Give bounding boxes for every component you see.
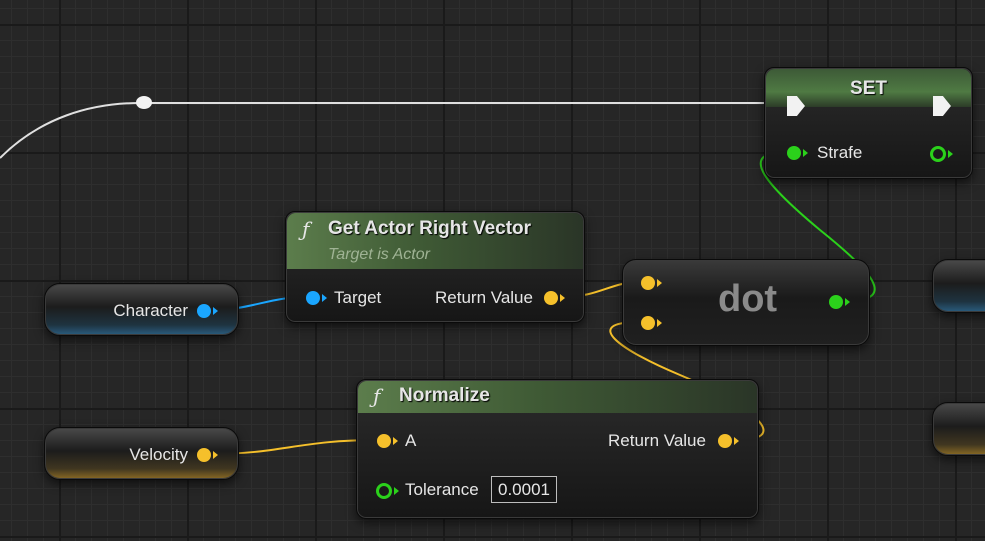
get-actor-right-vector-subtitle: Target is Actor [328, 246, 430, 263]
normalize-output-pin[interactable] [718, 434, 739, 448]
velocity-variable-node[interactable]: Velocity [44, 427, 239, 480]
return-value-output-pin[interactable] [544, 291, 565, 305]
normalize-node[interactable]: ƒ Normalize A Tolerance 0.0001 Return Va… [356, 379, 759, 519]
strafe-label: Strafe [817, 143, 863, 162]
tolerance-input-pin[interactable] [376, 483, 399, 499]
strafe-output-pin[interactable] [930, 146, 953, 162]
offscreen-yellow-node[interactable] [932, 402, 985, 456]
function-icon: ƒ [302, 217, 310, 241]
set-node[interactable]: SET Strafe [764, 67, 973, 179]
exec-wire-curve[interactable] [0, 102, 141, 159]
character-variable-label: Character [113, 301, 188, 320]
return-value-label: Return Value [435, 288, 533, 307]
dot-input-b-pin[interactable] [641, 316, 662, 330]
get-actor-right-vector-title: Get Actor Right Vector [328, 218, 532, 239]
get-actor-right-vector-node[interactable]: ƒ Get Actor Right Vector Target is Actor… [285, 211, 585, 323]
dot-node[interactable]: dot [622, 259, 870, 346]
strafe-input-pin[interactable] [787, 146, 808, 160]
function-icon: ƒ [373, 384, 381, 408]
character-output-pin[interactable] [197, 304, 218, 318]
reroute-knot[interactable] [136, 96, 152, 109]
velocity-variable-label: Velocity [129, 445, 188, 464]
dot-input-a-pin[interactable] [641, 276, 662, 290]
target-input-pin[interactable] [306, 291, 327, 305]
velocity-output-pin[interactable] [197, 448, 218, 462]
normalize-return-value-label: Return Value [608, 431, 706, 450]
dot-node-title: dot [718, 278, 778, 320]
tolerance-value-field[interactable]: 0.0001 [491, 476, 557, 503]
input-a-label: A [405, 431, 417, 450]
character-variable-node[interactable]: Character [44, 283, 239, 336]
target-label: Target [334, 288, 382, 307]
dot-output-pin[interactable] [829, 295, 850, 309]
normalize-title: Normalize [399, 385, 490, 406]
offscreen-blue-node[interactable] [932, 259, 985, 313]
tolerance-label: Tolerance [405, 480, 479, 499]
input-a-pin[interactable] [377, 434, 398, 448]
